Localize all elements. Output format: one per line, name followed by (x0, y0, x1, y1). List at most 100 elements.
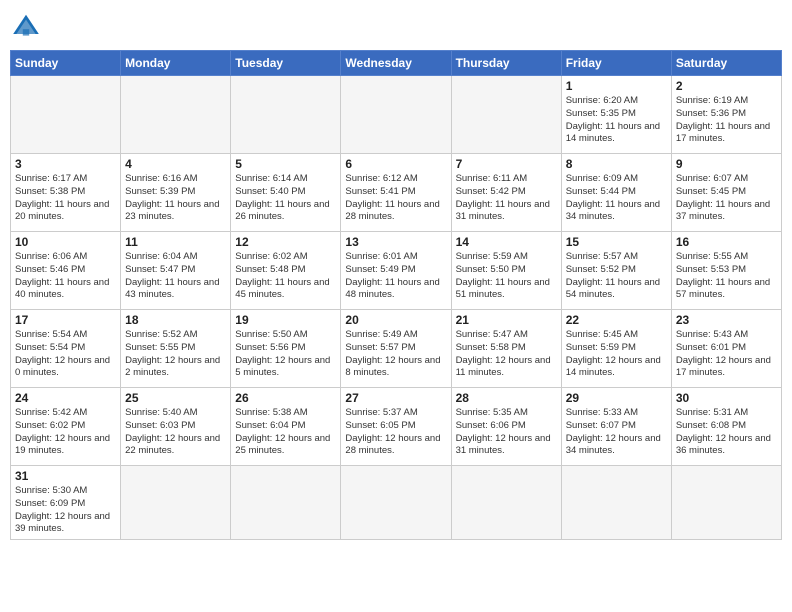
day-number: 26 (235, 391, 336, 405)
day-number: 14 (456, 235, 557, 249)
day-info: Sunrise: 5:57 AM Sunset: 5:52 PM Dayligh… (566, 251, 667, 302)
day-number: 4 (125, 157, 226, 171)
calendar-cell: 17Sunrise: 5:54 AM Sunset: 5:54 PM Dayli… (11, 310, 121, 388)
day-info: Sunrise: 6:12 AM Sunset: 5:41 PM Dayligh… (345, 173, 446, 224)
day-number: 17 (15, 313, 116, 327)
calendar-cell: 9Sunrise: 6:07 AM Sunset: 5:45 PM Daylig… (671, 154, 781, 232)
week-row-6: 31Sunrise: 5:30 AM Sunset: 6:09 PM Dayli… (11, 466, 782, 540)
day-info: Sunrise: 6:20 AM Sunset: 5:35 PM Dayligh… (566, 95, 667, 146)
calendar-cell (121, 76, 231, 154)
day-number: 5 (235, 157, 336, 171)
calendar-cell: 16Sunrise: 5:55 AM Sunset: 5:53 PM Dayli… (671, 232, 781, 310)
day-info: Sunrise: 5:50 AM Sunset: 5:56 PM Dayligh… (235, 329, 336, 380)
calendar-cell: 11 Sunrise: 6:04 AM Sunset: 5:47 PM Dayli… (121, 232, 231, 310)
calendar-cell: 19 Sunrise: 5:50 AM Sunset: 5:56 PM Dayli… (231, 310, 341, 388)
day-info: Sunrise: 6:16 AM Sunset: 5:39 PM Dayligh… (125, 173, 226, 224)
calendar-cell: 3 Sunrise: 6:17 AM Sunset: 5:38 PM Daylig… (11, 154, 121, 232)
day-info: Sunrise: 5:47 AM Sunset: 5:58 PM Dayligh… (456, 329, 557, 380)
day-number: 29 (566, 391, 667, 405)
calendar-cell (231, 466, 341, 540)
day-number: 13 (345, 235, 446, 249)
day-info: Sunrise: 5:37 AM Sunset: 6:05 PM Dayligh… (345, 407, 446, 458)
calendar-cell: 24 Sunrise: 5:42 AM Sunset: 6:02 PM Dayli… (11, 388, 121, 466)
day-number: 22 (566, 313, 667, 327)
calendar-cell (671, 466, 781, 540)
calendar-cell: 27 Sunrise: 5:37 AM Sunset: 6:05 PM Dayli… (341, 388, 451, 466)
day-info: Sunrise: 5:59 AM Sunset: 5:50 PM Dayligh… (456, 251, 557, 302)
day-number: 10 (15, 235, 116, 249)
week-row-2: 3 Sunrise: 6:17 AM Sunset: 5:38 PM Daylig… (11, 154, 782, 232)
day-number: 27 (345, 391, 446, 405)
day-number: 11 (125, 235, 226, 249)
day-info: Sunrise: 5:42 AM Sunset: 6:02 PM Dayligh… (15, 407, 116, 458)
day-number: 8 (566, 157, 667, 171)
calendar-cell: 14 Sunrise: 5:59 AM Sunset: 5:50 PM Dayli… (451, 232, 561, 310)
header (10, 10, 782, 42)
calendar-cell: 6 Sunrise: 6:12 AM Sunset: 5:41 PM Daylig… (341, 154, 451, 232)
calendar-cell (341, 76, 451, 154)
day-info: Sunrise: 5:49 AM Sunset: 5:57 PM Dayligh… (345, 329, 446, 380)
day-number: 16 (676, 235, 777, 249)
weekday-header-row: SundayMondayTuesdayWednesdayThursdayFrid… (11, 51, 782, 76)
day-info: Sunrise: 5:33 AM Sunset: 6:07 PM Dayligh… (566, 407, 667, 458)
weekday-header-wednesday: Wednesday (341, 51, 451, 76)
calendar-cell: 31Sunrise: 5:30 AM Sunset: 6:09 PM Dayli… (11, 466, 121, 540)
day-info: Sunrise: 5:52 AM Sunset: 5:55 PM Dayligh… (125, 329, 226, 380)
day-number: 2 (676, 79, 777, 93)
day-number: 23 (676, 313, 777, 327)
day-info: Sunrise: 6:11 AM Sunset: 5:42 PM Dayligh… (456, 173, 557, 224)
day-info: Sunrise: 5:31 AM Sunset: 6:08 PM Dayligh… (676, 407, 777, 458)
day-number: 18 (125, 313, 226, 327)
day-number: 9 (676, 157, 777, 171)
weekday-header-monday: Monday (121, 51, 231, 76)
day-number: 24 (15, 391, 116, 405)
calendar-cell: 13Sunrise: 6:01 AM Sunset: 5:49 PM Dayli… (341, 232, 451, 310)
calendar-table: SundayMondayTuesdayWednesdayThursdayFrid… (10, 50, 782, 540)
day-number: 20 (345, 313, 446, 327)
calendar-cell: 8 Sunrise: 6:09 AM Sunset: 5:44 PM Daylig… (561, 154, 671, 232)
day-number: 3 (15, 157, 116, 171)
day-number: 12 (235, 235, 336, 249)
calendar-cell: 21 Sunrise: 5:47 AM Sunset: 5:58 PM Dayli… (451, 310, 561, 388)
day-number: 6 (345, 157, 446, 171)
day-number: 7 (456, 157, 557, 171)
day-info: Sunrise: 5:43 AM Sunset: 6:01 PM Dayligh… (676, 329, 777, 380)
weekday-header-saturday: Saturday (671, 51, 781, 76)
calendar-cell (451, 76, 561, 154)
day-info: Sunrise: 6:04 AM Sunset: 5:47 PM Dayligh… (125, 251, 226, 302)
calendar-cell: 23 Sunrise: 5:43 AM Sunset: 6:01 PM Dayli… (671, 310, 781, 388)
day-number: 21 (456, 313, 557, 327)
weekday-header-thursday: Thursday (451, 51, 561, 76)
logo (10, 10, 46, 42)
calendar-cell: 15Sunrise: 5:57 AM Sunset: 5:52 PM Dayli… (561, 232, 671, 310)
page: SundayMondayTuesdayWednesdayThursdayFrid… (0, 0, 792, 612)
weekday-header-friday: Friday (561, 51, 671, 76)
calendar-cell: 10 Sunrise: 6:06 AM Sunset: 5:46 PM Dayli… (11, 232, 121, 310)
day-number: 30 (676, 391, 777, 405)
calendar-cell (11, 76, 121, 154)
day-info: Sunrise: 5:35 AM Sunset: 6:06 PM Dayligh… (456, 407, 557, 458)
day-number: 1 (566, 79, 667, 93)
calendar-cell: 1 Sunrise: 6:20 AM Sunset: 5:35 PM Daylig… (561, 76, 671, 154)
day-info: Sunrise: 6:02 AM Sunset: 5:48 PM Dayligh… (235, 251, 336, 302)
calendar-cell: 22 Sunrise: 5:45 AM Sunset: 5:59 PM Dayli… (561, 310, 671, 388)
day-info: Sunrise: 6:06 AM Sunset: 5:46 PM Dayligh… (15, 251, 116, 302)
day-number: 28 (456, 391, 557, 405)
day-info: Sunrise: 6:09 AM Sunset: 5:44 PM Dayligh… (566, 173, 667, 224)
week-row-5: 24 Sunrise: 5:42 AM Sunset: 6:02 PM Dayli… (11, 388, 782, 466)
calendar-cell (231, 76, 341, 154)
calendar-cell: 18 Sunrise: 5:52 AM Sunset: 5:55 PM Dayli… (121, 310, 231, 388)
day-number: 19 (235, 313, 336, 327)
calendar-cell (341, 466, 451, 540)
calendar-cell (561, 466, 671, 540)
calendar-cell: 5Sunrise: 6:14 AM Sunset: 5:40 PM Daylig… (231, 154, 341, 232)
calendar-cell: 20 Sunrise: 5:49 AM Sunset: 5:57 PM Dayli… (341, 310, 451, 388)
day-info: Sunrise: 5:45 AM Sunset: 5:59 PM Dayligh… (566, 329, 667, 380)
calendar-cell: 28 Sunrise: 5:35 AM Sunset: 6:06 PM Dayli… (451, 388, 561, 466)
weekday-header-sunday: Sunday (11, 51, 121, 76)
calendar-cell: 25Sunrise: 5:40 AM Sunset: 6:03 PM Dayli… (121, 388, 231, 466)
day-info: Sunrise: 6:17 AM Sunset: 5:38 PM Dayligh… (15, 173, 116, 224)
day-info: Sunrise: 5:38 AM Sunset: 6:04 PM Dayligh… (235, 407, 336, 458)
calendar-cell: 30 Sunrise: 5:31 AM Sunset: 6:08 PM Dayli… (671, 388, 781, 466)
day-number: 25 (125, 391, 226, 405)
